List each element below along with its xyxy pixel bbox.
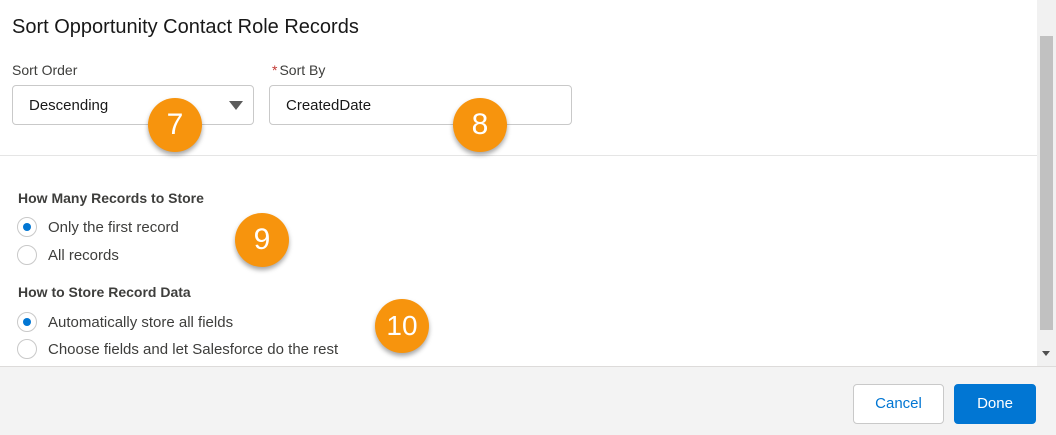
scrollbar-thumb[interactable] xyxy=(1040,36,1053,330)
sort-order-label: Sort Order xyxy=(12,62,78,78)
modal-body: Sort Opportunity Contact Role Records So… xyxy=(0,0,1037,366)
radio-choose-fields[interactable]: Choose fields and let Salesforce do the … xyxy=(17,338,338,360)
radio-button[interactable] xyxy=(17,245,37,265)
cancel-button[interactable]: Cancel xyxy=(853,384,944,424)
radio-label: All records xyxy=(48,246,119,264)
step-badge-9: 9 xyxy=(235,213,289,267)
sort-order-select[interactable]: Descending xyxy=(12,85,254,125)
radio-all-records[interactable]: All records xyxy=(17,244,119,266)
radio-auto-store-fields[interactable]: Automatically store all fields xyxy=(17,311,233,333)
vertical-scrollbar[interactable] xyxy=(1037,0,1056,366)
radio-button-checked[interactable] xyxy=(17,217,37,237)
sort-order-value: Descending xyxy=(29,97,109,114)
step-badge-10: 10 xyxy=(375,299,429,353)
done-button[interactable]: Done xyxy=(954,384,1036,424)
records-to-store-label: How Many Records to Store xyxy=(18,190,204,206)
step-badge-7: 7 xyxy=(148,98,202,152)
scroll-down-arrow-icon[interactable] xyxy=(1042,351,1050,356)
section-title: Sort Opportunity Contact Role Records xyxy=(12,16,359,38)
radio-button[interactable] xyxy=(17,339,37,359)
radio-label: Only the first record xyxy=(48,218,179,236)
store-record-data-label: How to Store Record Data xyxy=(18,284,191,300)
radio-only-first-record[interactable]: Only the first record xyxy=(17,216,179,238)
sort-by-input[interactable]: CreatedDate xyxy=(269,85,572,125)
sort-by-label-text: Sort By xyxy=(279,62,326,78)
radio-label: Automatically store all fields xyxy=(48,313,234,331)
radio-label: Choose fields and let Salesforce do the … xyxy=(48,340,339,358)
required-asterisk: * xyxy=(272,62,278,78)
sort-by-value: CreatedDate xyxy=(286,97,372,114)
dropdown-arrow-icon xyxy=(229,101,243,110)
radio-button-checked[interactable] xyxy=(17,312,37,332)
sort-by-label: * Sort By xyxy=(272,62,325,78)
modal-footer: Cancel Done xyxy=(0,366,1056,435)
section-divider xyxy=(0,155,1037,156)
step-badge-8: 8 xyxy=(453,98,507,152)
